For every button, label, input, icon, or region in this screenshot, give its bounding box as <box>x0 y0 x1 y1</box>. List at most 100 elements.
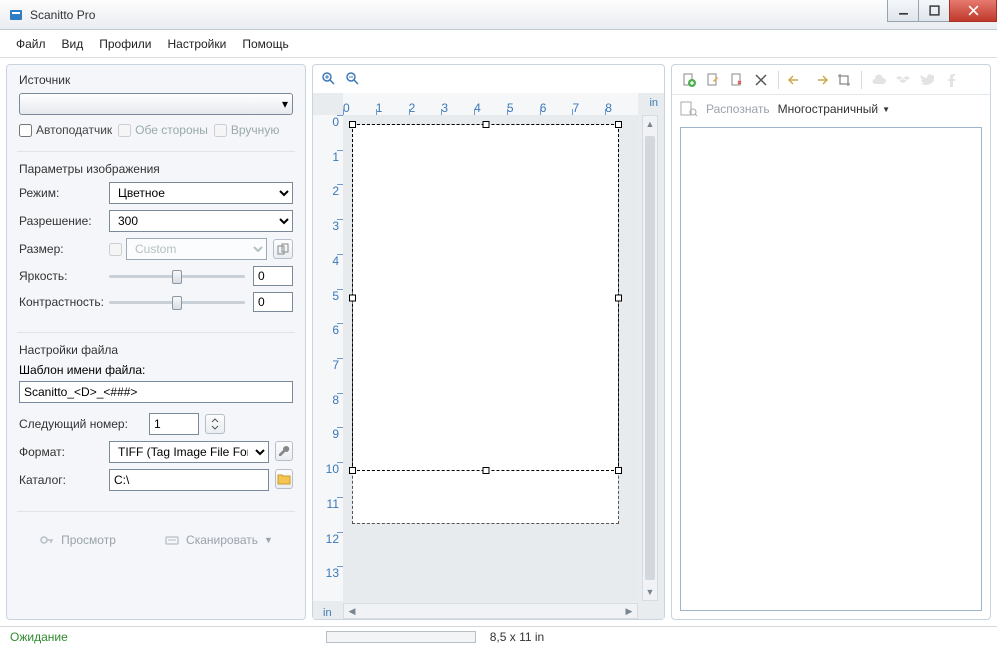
right-toolbar <box>672 65 990 95</box>
title-text: Scanitto Pro <box>30 8 95 22</box>
rotate-size-button[interactable] <box>273 239 293 259</box>
nextnum-input[interactable] <box>149 413 199 435</box>
multipage-dropdown[interactable]: Многостраничный▼ <box>778 102 890 116</box>
contrast-slider[interactable] <box>109 292 245 312</box>
autofeeder-label: Автоподатчик <box>36 123 112 137</box>
page-size-text: 8,5 x 11 in <box>490 630 544 644</box>
undo-icon[interactable] <box>787 71 805 89</box>
right-panel: Распознать Многостраничный▼ <box>671 64 991 620</box>
image-params-label: Параметры изображения <box>19 162 293 176</box>
brightness-slider[interactable] <box>109 266 245 286</box>
format-settings-button[interactable] <box>275 441 293 461</box>
progress-bar <box>326 631 476 643</box>
bothsides-checkbox: Обе стороны <box>118 123 208 137</box>
catalog-label: Каталог: <box>19 473 109 487</box>
facebook-icon[interactable] <box>942 71 960 89</box>
main-area: Источник ▾ Автоподатчик Обе стороны Вруч… <box>0 58 997 626</box>
ocr-icon[interactable] <box>680 101 698 117</box>
handle-tl[interactable] <box>349 121 356 128</box>
page-outline <box>353 125 618 523</box>
template-label: Шаблон имени файла: <box>19 363 293 377</box>
mode-select[interactable]: Цветное <box>109 182 293 204</box>
manual-checkbox: Вручную <box>214 123 279 137</box>
catalog-browse-button[interactable] <box>275 469 293 489</box>
handle-bl[interactable] <box>349 467 356 474</box>
handle-bc[interactable] <box>482 467 489 474</box>
title-bar: Scanitto Pro <box>0 0 997 30</box>
status-bar: Ожидание 8,5 x 11 in <box>0 626 997 646</box>
scan-button[interactable]: Сканировать ▼ <box>156 528 281 552</box>
file-group-label: Настройки файла <box>19 343 293 357</box>
preview-button[interactable]: Просмотр <box>31 528 124 552</box>
format-select[interactable]: TIFF (Tag Image File Format) <box>109 441 269 463</box>
edit-page-icon[interactable] <box>704 71 722 89</box>
crop-selection[interactable] <box>353 125 618 470</box>
action-row: Просмотр Сканировать ▼ <box>7 514 305 566</box>
autofeeder-checkbox[interactable]: Автоподатчик <box>19 123 112 137</box>
key-icon <box>39 532 55 548</box>
brightness-label: Яркость: <box>19 269 109 283</box>
handle-tr[interactable] <box>615 121 622 128</box>
scan-label: Сканировать <box>186 533 258 547</box>
dropbox-icon[interactable] <box>894 71 912 89</box>
preview-panel: 012345678 in 012345678910111213 <box>312 64 665 620</box>
handle-tc[interactable] <box>482 121 489 128</box>
handle-br[interactable] <box>615 467 622 474</box>
menu-settings[interactable]: Настройки <box>162 33 233 55</box>
nextnum-step-button[interactable] <box>205 414 225 434</box>
size-select: Custom <box>126 238 267 260</box>
source-select[interactable]: ▾ <box>19 93 293 115</box>
close-button[interactable] <box>949 0 997 22</box>
add-page-icon[interactable] <box>680 71 698 89</box>
resolution-label: Разрешение: <box>19 214 109 228</box>
app-title: Scanitto Pro <box>8 7 95 23</box>
file-group: Настройки файла Шаблон имени файла: След… <box>7 335 305 509</box>
catalog-input[interactable] <box>109 469 269 491</box>
cloud-icon[interactable] <box>870 71 888 89</box>
preview-canvas[interactable] <box>343 115 638 601</box>
contrast-value[interactable]: 0 <box>253 292 293 312</box>
wrench-icon <box>278 445 290 457</box>
menu-help[interactable]: Помощь <box>236 33 294 55</box>
size-enable-checkbox <box>109 243 122 256</box>
crop-icon[interactable] <box>835 71 853 89</box>
zoom-in-icon[interactable] <box>321 71 337 87</box>
chevron-down-icon: ▼ <box>882 105 890 114</box>
handle-mr[interactable] <box>615 294 622 301</box>
minimize-button[interactable] <box>887 0 919 22</box>
left-panel: Источник ▾ Автоподатчик Обе стороны Вруч… <box>6 64 306 620</box>
handle-ml[interactable] <box>349 294 356 301</box>
folder-icon <box>277 473 291 485</box>
preview-label: Просмотр <box>61 533 116 547</box>
right-subtoolbar: Распознать Многостраничный▼ <box>672 95 990 123</box>
scrollbar-horizontal[interactable]: ◀▶ <box>343 603 638 619</box>
redo-icon[interactable] <box>811 71 829 89</box>
recognize-label[interactable]: Распознать <box>706 102 770 116</box>
ruler-unit-h: in <box>649 97 658 109</box>
filename-template-input[interactable] <box>19 381 293 403</box>
nextnum-label: Следующий номер: <box>19 417 149 431</box>
maximize-button[interactable] <box>918 0 950 22</box>
scrollbar-vertical[interactable]: ▲▼ <box>642 115 658 601</box>
menu-profiles[interactable]: Профили <box>93 33 157 55</box>
menu-view[interactable]: Вид <box>56 33 90 55</box>
clear-icon[interactable] <box>752 71 770 89</box>
source-group: Источник ▾ Автоподатчик Обе стороны Вруч… <box>7 65 305 149</box>
bothsides-label: Обе стороны <box>135 123 208 137</box>
size-label: Размер: <box>19 242 109 256</box>
mode-label: Режим: <box>19 186 109 200</box>
resolution-select[interactable]: 300 <box>109 210 293 232</box>
ruler-area: 012345678 in 012345678910111213 <box>313 93 664 619</box>
image-params-group: Параметры изображения Режим: Цветное Раз… <box>7 154 305 330</box>
source-label: Источник <box>19 73 293 87</box>
zoom-out-icon[interactable] <box>345 71 361 87</box>
delete-page-icon[interactable] <box>728 71 746 89</box>
manual-label: Вручную <box>231 123 279 137</box>
format-label: Формат: <box>19 445 109 459</box>
menu-file[interactable]: Файл <box>10 33 52 55</box>
page-list[interactable] <box>680 127 982 611</box>
status-text: Ожидание <box>10 630 68 644</box>
twitter-icon[interactable] <box>918 71 936 89</box>
brightness-value[interactable]: 0 <box>253 266 293 286</box>
chevron-down-icon: ▼ <box>264 535 273 545</box>
